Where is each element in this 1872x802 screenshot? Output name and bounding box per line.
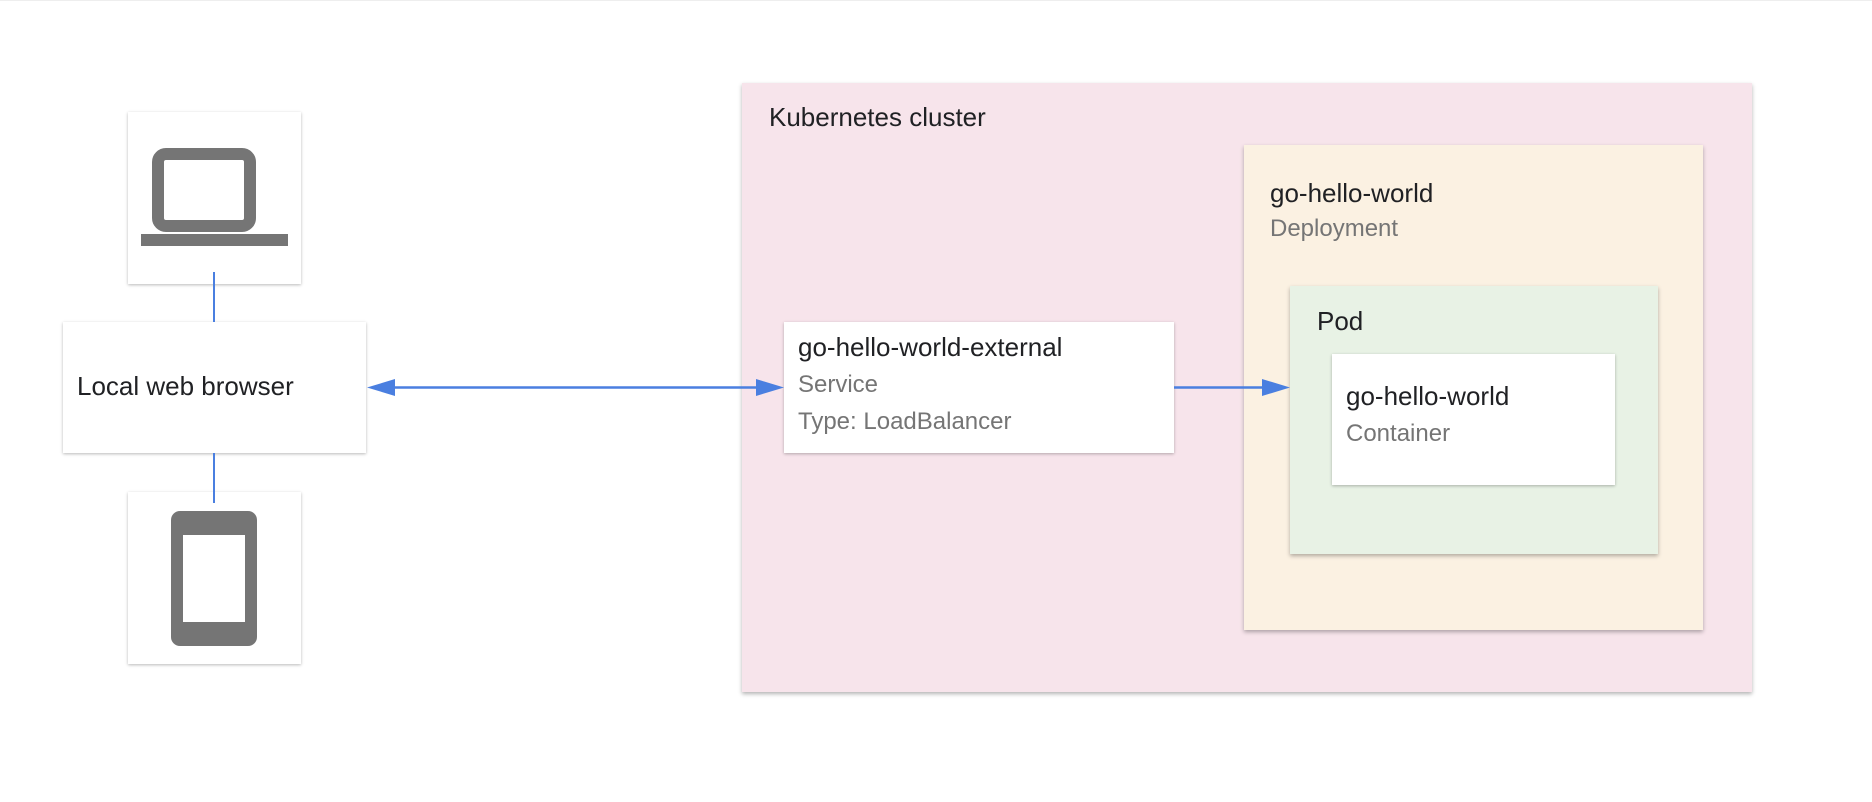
pod-title: Pod bbox=[1317, 306, 1364, 336]
service-type: Type: LoadBalancer bbox=[798, 408, 1012, 435]
container-name: go-hello-world bbox=[1346, 381, 1510, 411]
laptop-icon bbox=[141, 148, 288, 246]
arrowhead-left-icon bbox=[367, 379, 395, 396]
service-name: go-hello-world-external bbox=[798, 332, 1063, 362]
service-card: go-hello-world-external Service Type: Lo… bbox=[784, 322, 1174, 453]
phone-icon bbox=[171, 511, 257, 646]
cluster-title: Kubernetes cluster bbox=[769, 102, 986, 132]
deployment-name: go-hello-world bbox=[1270, 178, 1434, 208]
browser-label: Local web browser bbox=[77, 371, 294, 401]
container-kind: Container bbox=[1346, 420, 1451, 447]
top-divider bbox=[0, 0, 1872, 1]
deployment-kind: Deployment bbox=[1270, 215, 1399, 242]
container-card: go-hello-world Container bbox=[1332, 354, 1615, 485]
service-kind: Service bbox=[798, 371, 879, 398]
phone-card bbox=[128, 492, 301, 664]
browser-card: Local web browser bbox=[63, 322, 366, 453]
laptop-card bbox=[128, 112, 301, 284]
